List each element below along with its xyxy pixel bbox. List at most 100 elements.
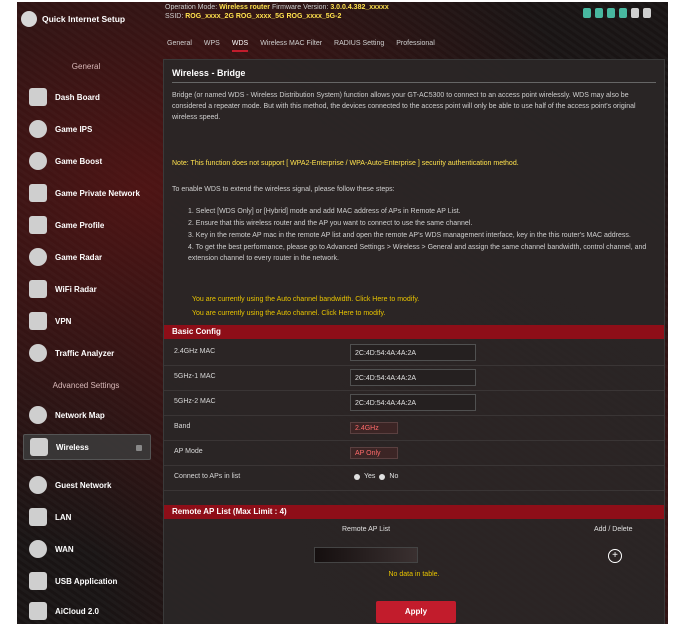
tab-radius-setting[interactable]: RADIUS Setting	[334, 38, 384, 52]
quick-internet-setup-link[interactable]: Quick Internet Setup	[21, 8, 153, 30]
firmware-value[interactable]: 3.0.0.4.382_xxxxx	[330, 4, 388, 11]
op-mode-value[interactable]: Wireless router	[219, 4, 270, 11]
field-label: Connect to APs in list	[174, 473, 241, 480]
sidebar-item-wireless[interactable]: Wireless	[23, 434, 151, 460]
remote-ap-list-column: Remote AP List	[342, 526, 391, 533]
sidebar-item-label: WAN	[55, 544, 74, 554]
sidebar-item-label: Wireless	[56, 442, 89, 452]
lan-icon	[29, 508, 47, 526]
sidebar-item-game-radar[interactable]: Game Radar	[23, 244, 151, 270]
wireless-icon	[30, 438, 48, 456]
sidebar-item-game-boost[interactable]: Game Boost	[23, 148, 151, 174]
guest-network-icon	[29, 476, 47, 494]
profile-icon	[29, 216, 47, 234]
connect-radio-group: Yes No	[354, 473, 398, 480]
status-row-mode: Operation Mode: Wireless router Firmware…	[165, 3, 505, 12]
status-row-ssid: SSID: ROG_xxxx_2G ROG_xxxx_5G ROG_xxxx_5…	[165, 12, 505, 21]
note-text: Note: This function does not support [ W…	[172, 160, 519, 167]
mac-row-2g: 2.4GHz MAC 2C:4D:54:4A:4A:2A	[164, 341, 664, 366]
sidebar-item-wan[interactable]: WAN	[23, 536, 151, 562]
sidebar-item-label: Game Profile	[55, 220, 105, 230]
wifi-radar-icon	[29, 280, 47, 298]
op-mode-label: Operation Mode:	[165, 4, 218, 11]
ssid-label: SSID:	[165, 13, 184, 20]
main-panel: Wireless - Bridge Bridge (or named WDS -…	[163, 59, 665, 624]
ssid-value[interactable]: ROG_xxxx_2G	[185, 13, 234, 20]
connect-row: Connect to APs in list Yes No	[164, 466, 664, 491]
sidebar-item-game-ips[interactable]: Game IPS	[23, 116, 151, 142]
shield-icon	[29, 120, 47, 138]
page-title: Wireless - Bridge	[172, 68, 246, 78]
vpn-icon	[29, 312, 47, 330]
empty-table-text: No data in table.	[388, 571, 440, 578]
ssid-value[interactable]: ROG_xxxx_5G-2	[286, 13, 341, 20]
sidebar-item-lan[interactable]: LAN	[23, 504, 151, 530]
general-section-header: General	[71, 62, 101, 71]
sidebar-item-label: LAN	[55, 512, 72, 522]
mac-value-5g2: 2C:4D:54:4A:4A:2A	[350, 394, 476, 411]
band-row: Band 2.4GHz	[164, 416, 664, 441]
list-item: 1. Select [WDS Only] or [Hybrid] mode an…	[188, 208, 461, 215]
sidebar-item-game-private-network[interactable]: Game Private Network	[23, 180, 151, 206]
tab-wds[interactable]: WDS	[231, 38, 249, 52]
basic-config-header: Basic Config	[164, 325, 664, 339]
puzzle-icon	[29, 572, 47, 590]
sidebar-item-vpn[interactable]: VPN	[23, 308, 151, 334]
tab-professional[interactable]: Professional	[396, 38, 435, 52]
sidebar-item-label: WiFi Radar	[55, 284, 97, 294]
sidebar-item-traffic-analyzer[interactable]: Traffic Analyzer	[23, 340, 151, 366]
no-radio[interactable]	[379, 473, 386, 480]
ssid-value[interactable]: ROG_xxxx_5G	[236, 13, 285, 20]
sidebar-item-label: Dash Board	[55, 92, 100, 102]
sidebar-item-label: Game IPS	[55, 124, 93, 134]
title-divider	[172, 82, 656, 83]
mac-value-5g1: 2C:4D:54:4A:4A:2A	[350, 369, 476, 386]
wifi-icon[interactable]	[619, 8, 627, 18]
bandwidth-warning[interactable]: You are currently using the Auto channel…	[192, 296, 419, 303]
gamepad-network-icon	[29, 184, 47, 202]
settings-icon[interactable]	[643, 8, 651, 18]
ap-mode-select[interactable]: AP Only	[350, 447, 398, 459]
list-item: 2. Ensure that this wireless router and …	[188, 220, 473, 227]
sidebar-item-game-profile[interactable]: Game Profile	[23, 212, 151, 238]
tab-general[interactable]: General	[167, 38, 192, 52]
router-admin-window: Quick Internet Setup General Dash Board …	[17, 2, 668, 624]
sidebar-item-label: Guest Network	[55, 480, 112, 490]
dashboard-icon	[29, 88, 47, 106]
apply-button[interactable]: Apply	[376, 601, 456, 623]
sidebar-item-wifi-radar[interactable]: WiFi Radar	[23, 276, 151, 302]
field-label: 5GHz-1 MAC	[174, 373, 216, 380]
plus-circle-icon[interactable]: +	[608, 549, 622, 563]
list-item: 3. Key in the remote AP mac in the remot…	[188, 232, 631, 239]
qis-label: Quick Internet Setup	[42, 14, 126, 24]
band-select[interactable]: 2.4GHz	[350, 422, 398, 434]
field-label: 5GHz-2 MAC	[174, 398, 216, 405]
yes-radio-label: Yes	[364, 473, 376, 480]
sidebar-item-guest-network[interactable]: Guest Network	[23, 472, 151, 498]
remote-ap-list-header: Remote AP List (Max Limit : 4)	[164, 505, 664, 519]
app-icon[interactable]	[583, 8, 591, 18]
advanced-section-header: Advanced Settings	[52, 381, 120, 390]
steps-list: 1. Select [WDS Only] or [Hybrid] mode an…	[188, 206, 654, 265]
logout-icon[interactable]	[631, 8, 639, 18]
network-icon[interactable]	[595, 8, 603, 18]
sidebar-item-label: Game Radar	[55, 252, 103, 262]
sidebar-item-label: AiCloud 2.0	[55, 606, 100, 616]
sidebar-item-network-map[interactable]: Network Map	[23, 402, 151, 428]
add-delete-column: Add / Delete	[594, 526, 633, 533]
intro-text: Bridge (or named WDS - Wireless Distribu…	[172, 92, 636, 121]
remote-ap-mac-input[interactable]	[314, 547, 418, 563]
sidebar-item-aicloud[interactable]: AiCloud 2.0	[23, 598, 151, 624]
channel-warning[interactable]: You are currently using the Auto channel…	[192, 310, 385, 317]
field-label: Band	[174, 423, 191, 430]
search-globe-icon	[21, 11, 37, 27]
rocket-icon	[29, 152, 47, 170]
tab-wps[interactable]: WPS	[204, 38, 220, 52]
sidebar-item-usb-application[interactable]: USB Application	[23, 568, 151, 594]
yes-radio[interactable]	[354, 473, 360, 480]
sidebar-item-label: USB Application	[55, 576, 118, 586]
usb-icon[interactable]	[607, 8, 615, 18]
sidebar-item-label: Game Boost	[55, 156, 103, 166]
tab-wireless-mac-filter[interactable]: Wireless MAC Filter	[260, 38, 322, 52]
sidebar-item-dashboard[interactable]: Dash Board	[23, 84, 151, 110]
